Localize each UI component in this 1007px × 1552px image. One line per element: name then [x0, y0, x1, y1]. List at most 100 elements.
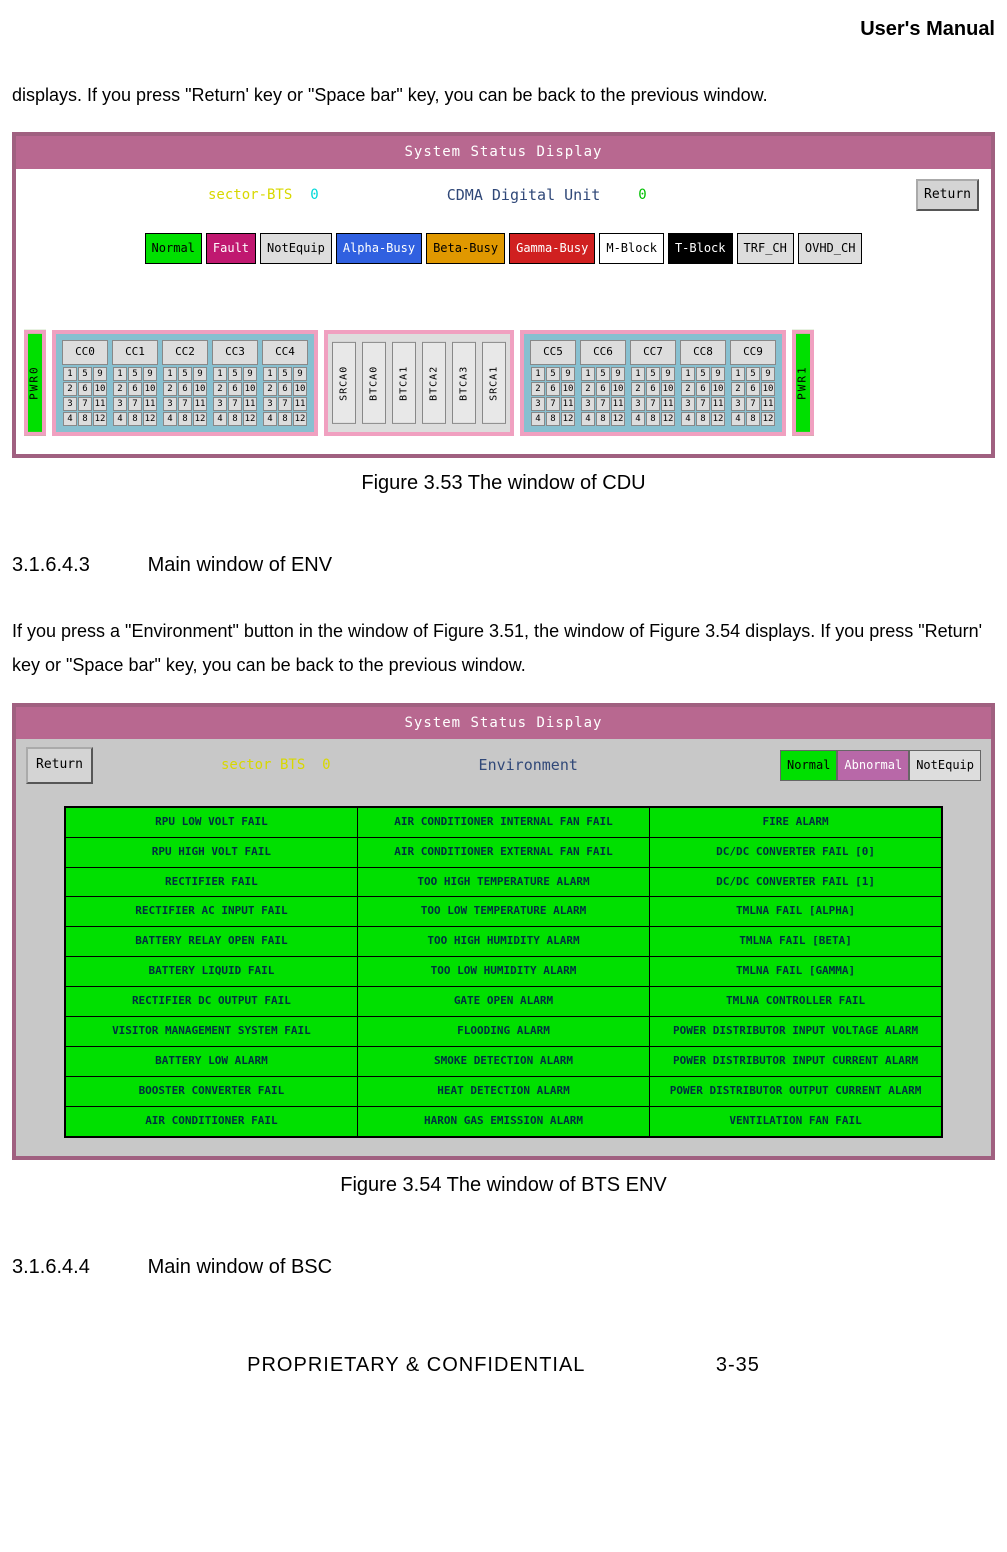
cc-cell[interactable]: 2	[731, 382, 745, 396]
cc-cell[interactable]: 3	[213, 397, 227, 411]
cc-cell[interactable]: 9	[243, 367, 257, 381]
cc-cell[interactable]: 8	[178, 412, 192, 426]
alarm-cell[interactable]: TMLNA FAIL [ALPHA]	[650, 897, 942, 927]
alarm-cell[interactable]: POWER DISTRIBUTOR INPUT CURRENT ALARM	[650, 1046, 942, 1076]
cc-cell[interactable]: 1	[263, 367, 277, 381]
cc-cell[interactable]: 6	[546, 382, 560, 396]
cc-cell[interactable]: 5	[596, 367, 610, 381]
cc-cell[interactable]: 2	[163, 382, 177, 396]
cc-cell[interactable]: 6	[746, 382, 760, 396]
cc-cell[interactable]: 10	[761, 382, 775, 396]
cc-cell[interactable]: 8	[128, 412, 142, 426]
cc-cell[interactable]: 1	[731, 367, 745, 381]
cc-cell[interactable]: 7	[278, 397, 292, 411]
cc-cell[interactable]: 7	[128, 397, 142, 411]
cc-column[interactable]: CC0159261037114812	[62, 340, 108, 426]
cc-cell[interactable]: 3	[63, 397, 77, 411]
cc-cell[interactable]: 2	[63, 382, 77, 396]
cc-cell[interactable]: 5	[278, 367, 292, 381]
cc-cell[interactable]: 12	[243, 412, 257, 426]
cc-cell[interactable]: 2	[631, 382, 645, 396]
cc-cell[interactable]: 7	[178, 397, 192, 411]
cc-cell[interactable]: 2	[113, 382, 127, 396]
cc-cell[interactable]: 5	[78, 367, 92, 381]
alarm-cell[interactable]: TMLNA FAIL [BETA]	[650, 927, 942, 957]
btca-slot[interactable]: BTCA3	[452, 342, 476, 424]
cc-cell[interactable]: 1	[631, 367, 645, 381]
cc-cell[interactable]: 11	[661, 397, 675, 411]
cc-cell[interactable]: 5	[746, 367, 760, 381]
cc-cell[interactable]: 10	[93, 382, 107, 396]
cc-column[interactable]: CC9159261037114812	[730, 340, 776, 426]
cc-cell[interactable]: 9	[761, 367, 775, 381]
cc-cell[interactable]: 3	[631, 397, 645, 411]
alarm-cell[interactable]: AIR CONDITIONER FAIL	[65, 1106, 357, 1136]
alarm-cell[interactable]: VENTILATION FAN FAIL	[650, 1106, 942, 1136]
cc-cell[interactable]: 10	[561, 382, 575, 396]
cc-cell[interactable]: 10	[243, 382, 257, 396]
cc-cell[interactable]: 8	[696, 412, 710, 426]
alarm-cell[interactable]: BATTERY LIQUID FAIL	[65, 957, 357, 987]
alarm-cell[interactable]: RPU HIGH VOLT FAIL	[65, 837, 357, 867]
cc-cell[interactable]: 1	[213, 367, 227, 381]
alarm-cell[interactable]: TOO LOW HUMIDITY ALARM	[357, 957, 649, 987]
alarm-cell[interactable]: POWER DISTRIBUTOR INPUT VOLTAGE ALARM	[650, 1017, 942, 1047]
cc-cell[interactable]: 3	[531, 397, 545, 411]
pwr1-slot[interactable]: PWR1	[792, 330, 814, 436]
cc-cell[interactable]: 5	[696, 367, 710, 381]
cc-cell[interactable]: 5	[178, 367, 192, 381]
cc-cell[interactable]: 11	[761, 397, 775, 411]
cc-cell[interactable]: 1	[531, 367, 545, 381]
cc-cell[interactable]: 7	[746, 397, 760, 411]
cc-cell[interactable]: 6	[178, 382, 192, 396]
cc-cell[interactable]: 5	[228, 367, 242, 381]
cc-cell[interactable]: 7	[228, 397, 242, 411]
cc-cell[interactable]: 8	[228, 412, 242, 426]
alarm-cell[interactable]: DC/DC CONVERTER FAIL [0]	[650, 837, 942, 867]
cc-cell[interactable]: 8	[746, 412, 760, 426]
cc-cell[interactable]: 10	[661, 382, 675, 396]
cc-cell[interactable]: 3	[163, 397, 177, 411]
cc-cell[interactable]: 2	[581, 382, 595, 396]
alarm-cell[interactable]: TMLNA FAIL [GAMMA]	[650, 957, 942, 987]
cc-cell[interactable]: 9	[93, 367, 107, 381]
cc-cell[interactable]: 9	[193, 367, 207, 381]
btca-slot[interactable]: SRCA1	[482, 342, 506, 424]
cc-cell[interactable]: 10	[293, 382, 307, 396]
alarm-cell[interactable]: TOO LOW TEMPERATURE ALARM	[357, 897, 649, 927]
cc-column[interactable]: CC3159261037114812	[212, 340, 258, 426]
cc-cell[interactable]: 12	[761, 412, 775, 426]
return-button[interactable]: Return	[26, 747, 93, 784]
alarm-cell[interactable]: FIRE ALARM	[650, 807, 942, 837]
alarm-cell[interactable]: BATTERY LOW ALARM	[65, 1046, 357, 1076]
cc-cell[interactable]: 12	[293, 412, 307, 426]
alarm-cell[interactable]: TOO HIGH HUMIDITY ALARM	[357, 927, 649, 957]
cc-cell[interactable]: 12	[611, 412, 625, 426]
btca-slot[interactable]: BTCA0	[362, 342, 386, 424]
alarm-cell[interactable]: RECTIFIER DC OUTPUT FAIL	[65, 987, 357, 1017]
cc-cell[interactable]: 4	[731, 412, 745, 426]
cc-column[interactable]: CC8159261037114812	[680, 340, 726, 426]
cc-cell[interactable]: 6	[128, 382, 142, 396]
cc-cell[interactable]: 3	[581, 397, 595, 411]
cc-cell[interactable]: 8	[78, 412, 92, 426]
alarm-cell[interactable]: HARON GAS EMISSION ALARM	[357, 1106, 649, 1136]
cc-cell[interactable]: 3	[681, 397, 695, 411]
alarm-cell[interactable]: HEAT DETECTION ALARM	[357, 1076, 649, 1106]
cc-cell[interactable]: 4	[163, 412, 177, 426]
alarm-cell[interactable]: BOOSTER CONVERTER FAIL	[65, 1076, 357, 1106]
cc-cell[interactable]: 8	[546, 412, 560, 426]
cc-cell[interactable]: 4	[63, 412, 77, 426]
cc-column[interactable]: CC5159261037114812	[530, 340, 576, 426]
cc-cell[interactable]: 1	[63, 367, 77, 381]
cc-cell[interactable]: 9	[711, 367, 725, 381]
cc-cell[interactable]: 6	[696, 382, 710, 396]
cc-cell[interactable]: 3	[731, 397, 745, 411]
cc-cell[interactable]: 6	[78, 382, 92, 396]
cc-cell[interactable]: 10	[611, 382, 625, 396]
cc-cell[interactable]: 6	[228, 382, 242, 396]
cc-cell[interactable]: 12	[661, 412, 675, 426]
alarm-cell[interactable]: TOO HIGH TEMPERATURE ALARM	[357, 867, 649, 897]
cc-cell[interactable]: 8	[278, 412, 292, 426]
cc-cell[interactable]: 1	[581, 367, 595, 381]
